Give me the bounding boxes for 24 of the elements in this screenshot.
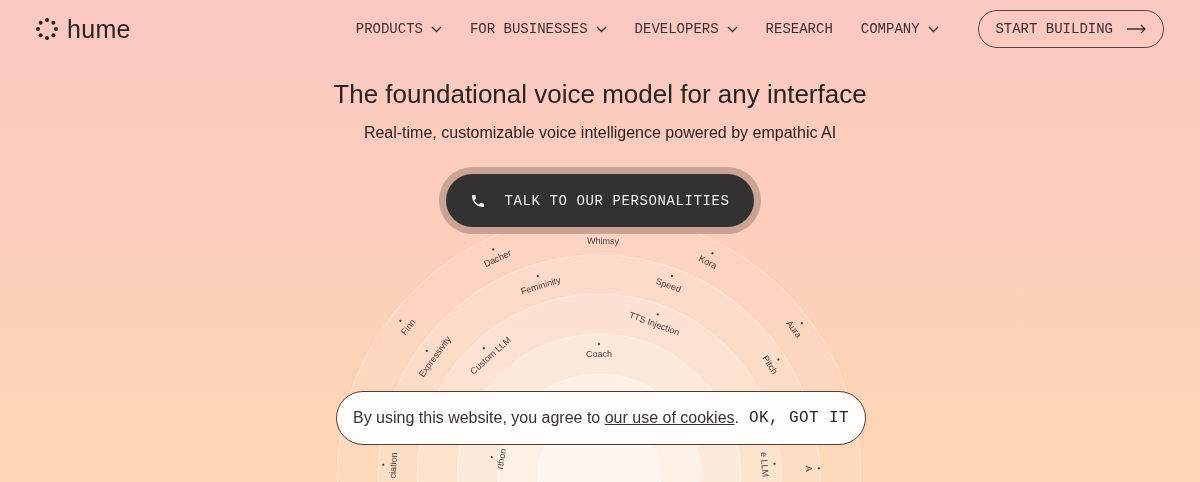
personality-label: e LLM [758,451,776,478]
hero-title: The foundational voice model for any interface [333,79,867,110]
nav-link[interactable]: PRODUCTS [355,17,442,41]
ok-got-it-button[interactable]: OK, GOT IT [749,407,849,429]
personality-label: Coach [586,342,612,359]
personality-label: Speed [654,274,683,295]
logo-dots-icon [36,18,58,40]
hero-subtitle: Real-time, customizable voice intelligence powered by empathic AI [363,124,837,142]
personality-label: A [803,465,820,472]
arrow-right-icon [1127,24,1147,34]
personality-label: ciation [382,452,399,479]
cookies-link[interactable]: our use of cookies [604,409,735,426]
personality-label: Whimsy [587,229,620,247]
personality-label: rthon [490,447,509,470]
brand-name[interactable]: hume [67,14,131,44]
nav-link[interactable]: COMPANY [860,17,939,41]
personality-label: Finn [398,317,418,337]
talk-button[interactable]: TALK TO OUR PERSONALITIES [446,174,754,227]
nav-link[interactable]: DEVELOPERS [634,17,738,41]
nav-link[interactable]: RESEARCH [765,17,833,41]
cookie-notice: By using this website, you agree to our use of cookies. [353,409,739,427]
nav-link[interactable]: FOR BUSINESSES [469,17,607,41]
personality-label: Kora [697,252,719,271]
phone-icon [470,192,487,209]
